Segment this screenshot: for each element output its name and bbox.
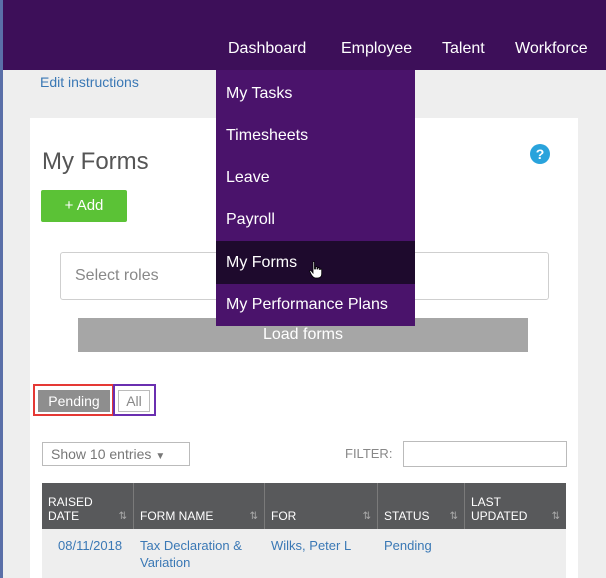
menu-item-timesheets[interactable]: Timesheets <box>216 114 415 157</box>
sort-icon: ⇅ <box>118 511 127 522</box>
cell-status[interactable]: Pending <box>384 537 432 554</box>
hand-cursor-icon <box>309 261 323 279</box>
pending-filter-button[interactable]: Pending <box>38 390 110 412</box>
show-entries-label: Show 10 entries <box>51 446 152 462</box>
column-for[interactable]: FOR ⇅ <box>265 483 378 529</box>
column-form-name[interactable]: FORM NAME ⇅ <box>134 483 265 529</box>
column-status[interactable]: STATUS ⇅ <box>378 483 465 529</box>
show-entries-dropdown[interactable]: Show 10 entries ▼ <box>42 442 190 466</box>
menu-item-my-tasks[interactable]: My Tasks <box>216 72 415 115</box>
menu-item-my-performance-plans[interactable]: My Performance Plans <box>216 283 415 326</box>
page-title: My Forms <box>42 148 149 175</box>
all-filter-button[interactable]: All <box>118 390 150 412</box>
menu-item-payroll[interactable]: Payroll <box>216 198 415 241</box>
filter-input[interactable] <box>403 441 567 467</box>
table-row[interactable]: 08/11/2018 Tax Declaration & Variation Wi… <box>42 529 566 578</box>
column-last-updated[interactable]: LAST UPDATED ⇅ <box>465 483 566 529</box>
table-header: RAISED DATE ⇅ FORM NAME ⇅ FOR ⇅ STATUS ⇅ … <box>42 483 566 529</box>
sort-icon: ⇅ <box>551 511 560 522</box>
cell-for[interactable]: Wilks, Peter L <box>271 537 351 554</box>
cell-form-name[interactable]: Tax Declaration & Variation <box>140 537 242 571</box>
cell-raised-date[interactable]: 08/11/2018 <box>58 537 122 554</box>
nav-dashboard[interactable]: Dashboard <box>228 40 306 60</box>
column-raised-date[interactable]: RAISED DATE ⇅ <box>42 483 134 529</box>
sort-icon: ⇅ <box>449 511 458 522</box>
nav-talent[interactable]: Talent <box>442 40 485 60</box>
menu-item-my-forms-label: My Forms <box>226 254 298 271</box>
caret-down-icon: ▼ <box>155 451 166 462</box>
menu-item-my-forms[interactable]: My Forms <box>216 241 415 284</box>
nav-workforce[interactable]: Workforce <box>515 40 588 60</box>
question-circle-icon[interactable]: ? <box>530 144 550 164</box>
filter-label: FILTER: <box>345 446 393 461</box>
add-form-button[interactable]: + Add <box>41 190 127 222</box>
menu-item-leave[interactable]: Leave <box>216 156 415 199</box>
select-roles-placeholder: Select roles <box>75 267 159 284</box>
sort-icon: ⇅ <box>249 511 258 522</box>
employee-dropdown-menu: My Tasks Timesheets Leave Payroll My For… <box>216 70 415 326</box>
sort-icon: ⇅ <box>362 511 371 522</box>
edit-instructions-link[interactable]: Edit instructions <box>40 74 139 90</box>
nav-employee[interactable]: Employee <box>341 40 412 60</box>
